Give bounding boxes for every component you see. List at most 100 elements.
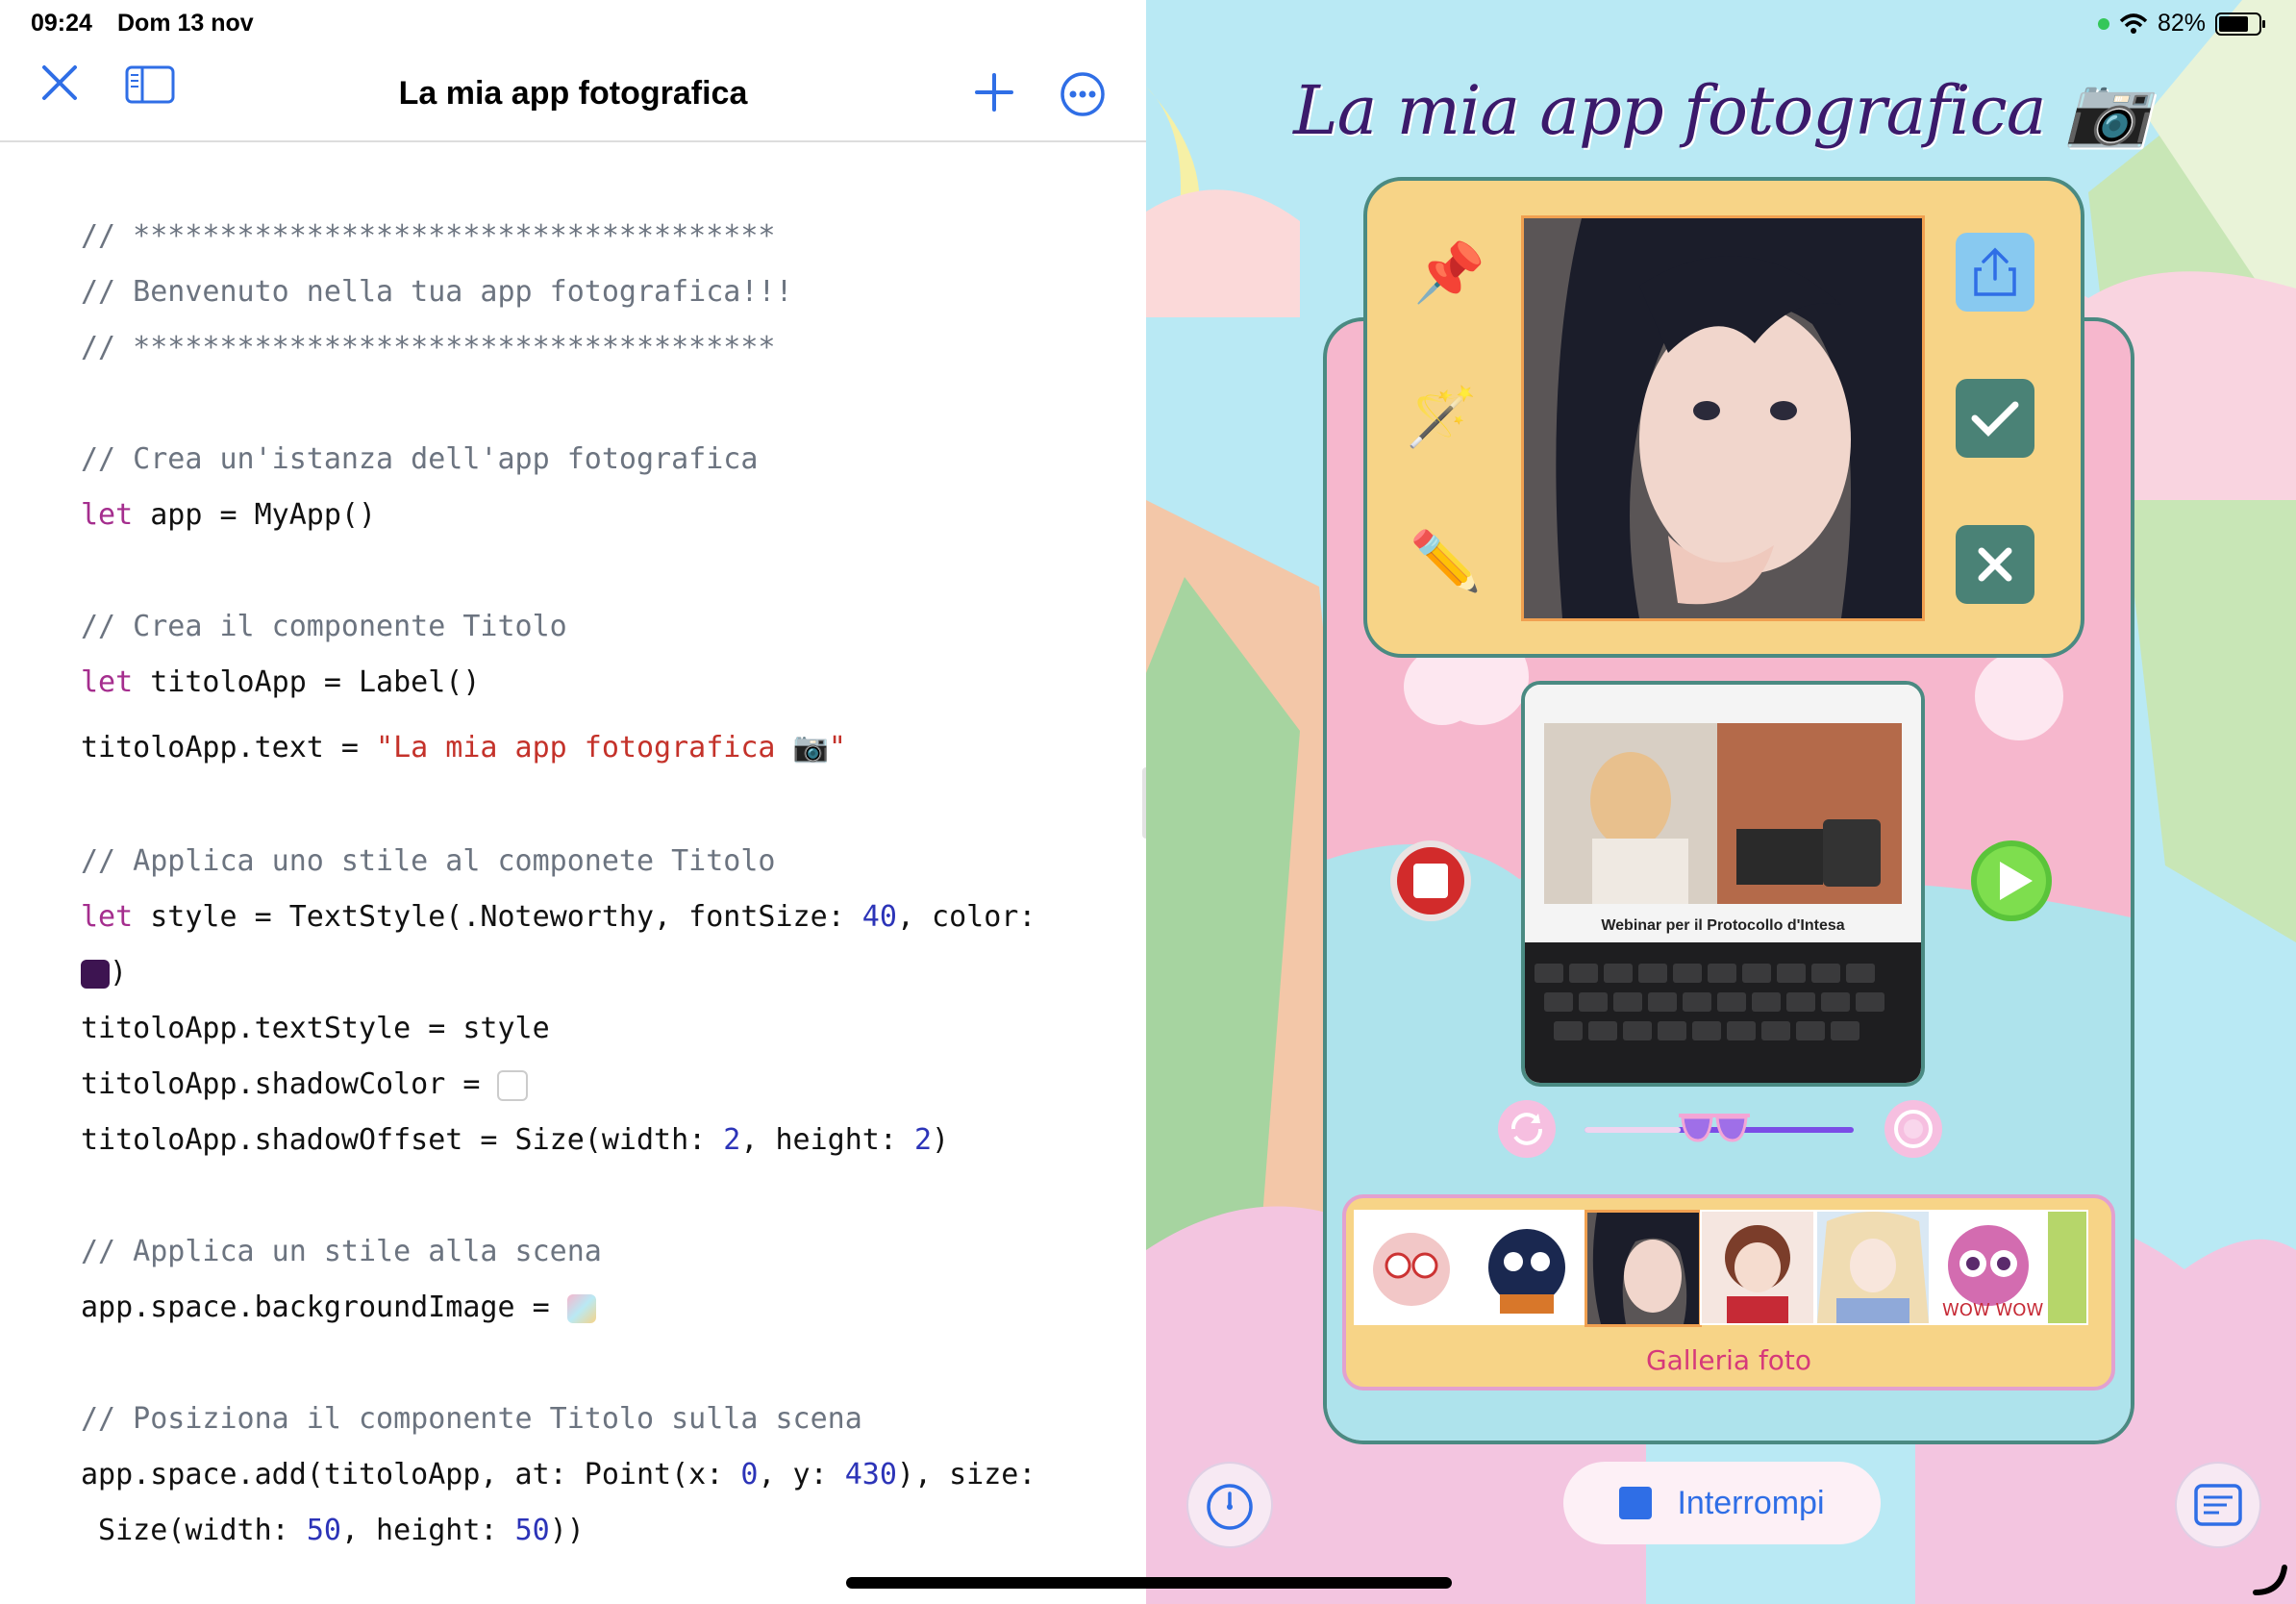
battery-icon bbox=[2215, 12, 2265, 36]
code-text: )) bbox=[549, 1514, 585, 1547]
color-swatch-white[interactable] bbox=[497, 1069, 529, 1101]
code-line: // Crea il componente Titolo bbox=[81, 610, 567, 643]
status-time: 09:24 bbox=[31, 10, 92, 37]
pencil-icon[interactable]: ✏️ bbox=[1410, 527, 1482, 595]
play-button[interactable] bbox=[1969, 839, 2054, 923]
add-icon[interactable] bbox=[975, 73, 1013, 112]
code-line: titoloApp.shadowOffset = Size(width: 2, … bbox=[81, 1123, 949, 1157]
video-caption: Webinar per il Protocollo d'Intesa bbox=[1601, 917, 1845, 934]
live-preview-pane: La mia app fotografica 📷 📌 🪄 ✏️ Webinar … bbox=[1146, 0, 2296, 1604]
code-line: // Applica uno stile al componete Titolo bbox=[81, 844, 776, 878]
share-button[interactable] bbox=[1956, 233, 2034, 312]
gallery-thumbnail[interactable] bbox=[1815, 1210, 1931, 1325]
code-line: let titoloApp = Label() bbox=[81, 665, 480, 699]
code-line: app.space.add(titoloApp, at: Point(x: 0,… bbox=[81, 1458, 1036, 1491]
wifi-icon bbox=[2119, 13, 2148, 34]
code-text: app.space.backgroundImage = bbox=[81, 1291, 567, 1324]
code-text: titoloApp = Label() bbox=[133, 665, 481, 699]
speedometer-icon bbox=[1207, 1484, 1253, 1530]
gallery-thumbnail[interactable] bbox=[1469, 1210, 1585, 1325]
gallery-thumbnail-selected[interactable] bbox=[1585, 1210, 1702, 1327]
code-line: // ************************************* bbox=[81, 331, 776, 364]
code-text: titoloApp.shadowOffset = Size(width: bbox=[81, 1123, 724, 1157]
code-line: // Posiziona il componente Titolo sulla … bbox=[81, 1402, 862, 1436]
code-text: ) bbox=[932, 1123, 950, 1157]
string-literal: "La mia app fotografica 📷" bbox=[376, 731, 846, 764]
battery-percent: 82% bbox=[2157, 10, 2206, 37]
code-text: , color: bbox=[896, 900, 1036, 934]
slider-track-left bbox=[1585, 1127, 1681, 1133]
reset-icon[interactable] bbox=[1496, 1098, 1558, 1160]
stop-icon bbox=[1619, 1487, 1653, 1519]
color-swatch-dark-purple[interactable] bbox=[81, 959, 110, 989]
background-image-thumbnail[interactable] bbox=[566, 1293, 596, 1323]
confirm-button[interactable] bbox=[1956, 379, 2034, 458]
code-line: let style = TextStyle(.Noteworthy, fontS… bbox=[81, 900, 1036, 934]
svg-text:WOW WOW: WOW WOW bbox=[1942, 1300, 2043, 1320]
sunglasses-slider-thumb[interactable] bbox=[1677, 1110, 1752, 1148]
discard-button[interactable] bbox=[1956, 525, 2034, 604]
gallery-thumbnail[interactable]: WOW WOW bbox=[1931, 1210, 2046, 1325]
code-line: ) bbox=[81, 956, 127, 990]
editor-toolbar: La mia app fotografica bbox=[0, 38, 1146, 142]
code-text: style = TextStyle(.Noteworthy, fontSize: bbox=[133, 900, 862, 934]
magic-wand-icon[interactable]: 🪄 bbox=[1406, 383, 1478, 451]
close-icon bbox=[1978, 547, 2012, 582]
code-line: let app = MyApp() bbox=[81, 498, 376, 532]
video-preview: Webinar per il Protocollo d'Intesa bbox=[1521, 681, 1925, 1087]
code-text: , height: bbox=[340, 1514, 515, 1547]
code-text: , y: bbox=[758, 1458, 845, 1491]
code-line: titoloApp.text = "La mia app fotografica… bbox=[81, 731, 846, 764]
code-text: ), size: bbox=[896, 1458, 1036, 1491]
capture-icon[interactable] bbox=[1883, 1098, 1944, 1160]
number-literal: 40 bbox=[861, 900, 897, 934]
number-literal: 0 bbox=[740, 1458, 759, 1491]
code-text: Size(width: bbox=[81, 1514, 307, 1547]
gallery-thumbnail[interactable] bbox=[1700, 1210, 1815, 1325]
code-line: // ************************************* bbox=[81, 219, 776, 253]
code-line: Size(width: 50, height: 50)) bbox=[81, 1514, 585, 1547]
number-literal: 50 bbox=[306, 1514, 341, 1547]
mic-indicator-icon bbox=[2097, 17, 2109, 30]
code-text: ) bbox=[110, 956, 128, 990]
code-editor-pane: La mia app fotografica // **************… bbox=[0, 0, 1146, 1604]
stop-button[interactable]: Interrompi bbox=[1563, 1462, 1881, 1544]
number-literal: 2 bbox=[913, 1123, 933, 1157]
code-text: app.space.add(titoloApp, at: Point(x: bbox=[81, 1458, 741, 1491]
status-date: Dom 13 nov bbox=[117, 10, 254, 37]
more-options-icon[interactable] bbox=[1060, 71, 1106, 117]
status-indicators: 82% bbox=[2097, 10, 2265, 38]
selected-photo bbox=[1521, 215, 1925, 621]
code-text: app = MyApp() bbox=[133, 498, 377, 532]
gallery-thumbnail[interactable] bbox=[1354, 1210, 1469, 1325]
speed-button[interactable] bbox=[1186, 1462, 1273, 1548]
stop-button-label: Interrompi bbox=[1677, 1484, 1825, 1521]
photo-gallery[interactable]: WOW WOW Galleria foto bbox=[1342, 1194, 2115, 1391]
pin-icon[interactable]: 📌 bbox=[1413, 238, 1485, 307]
gallery-thumbnail[interactable] bbox=[2046, 1210, 2088, 1325]
console-button[interactable] bbox=[2175, 1462, 2261, 1548]
code-text: titoloApp.text = bbox=[81, 731, 377, 764]
code-line: // Benvenuto nella tua app fotografica!!… bbox=[81, 275, 793, 309]
number-literal: 430 bbox=[844, 1458, 897, 1491]
code-line: // Applica un stile alla scena bbox=[81, 1235, 602, 1268]
checkmark-icon bbox=[1971, 401, 2019, 437]
code-line: titoloApp.shadowColor = bbox=[81, 1067, 529, 1101]
gallery-label: Galleria foto bbox=[1645, 1344, 1812, 1376]
home-indicator[interactable] bbox=[846, 1577, 1452, 1589]
app-title: La mia app fotografica 📷 bbox=[1293, 71, 2150, 150]
keyword: let bbox=[81, 900, 134, 934]
code-line: titoloApp.textStyle = style bbox=[81, 1012, 550, 1045]
share-icon bbox=[1974, 247, 2016, 296]
console-log-icon bbox=[2194, 1484, 2242, 1526]
number-literal: 50 bbox=[514, 1514, 550, 1547]
number-literal: 2 bbox=[723, 1123, 741, 1157]
code-text: titoloApp.shadowColor = bbox=[81, 1067, 498, 1101]
keyword: let bbox=[81, 665, 134, 699]
code-line: // Crea un'istanza dell'app fotografica bbox=[81, 442, 759, 476]
keyword: let bbox=[81, 498, 134, 532]
resize-corner-icon[interactable] bbox=[2252, 1560, 2290, 1598]
code-text: , height: bbox=[740, 1123, 914, 1157]
code-line: app.space.backgroundImage = bbox=[81, 1291, 596, 1324]
record-stop-button[interactable] bbox=[1388, 839, 1473, 923]
